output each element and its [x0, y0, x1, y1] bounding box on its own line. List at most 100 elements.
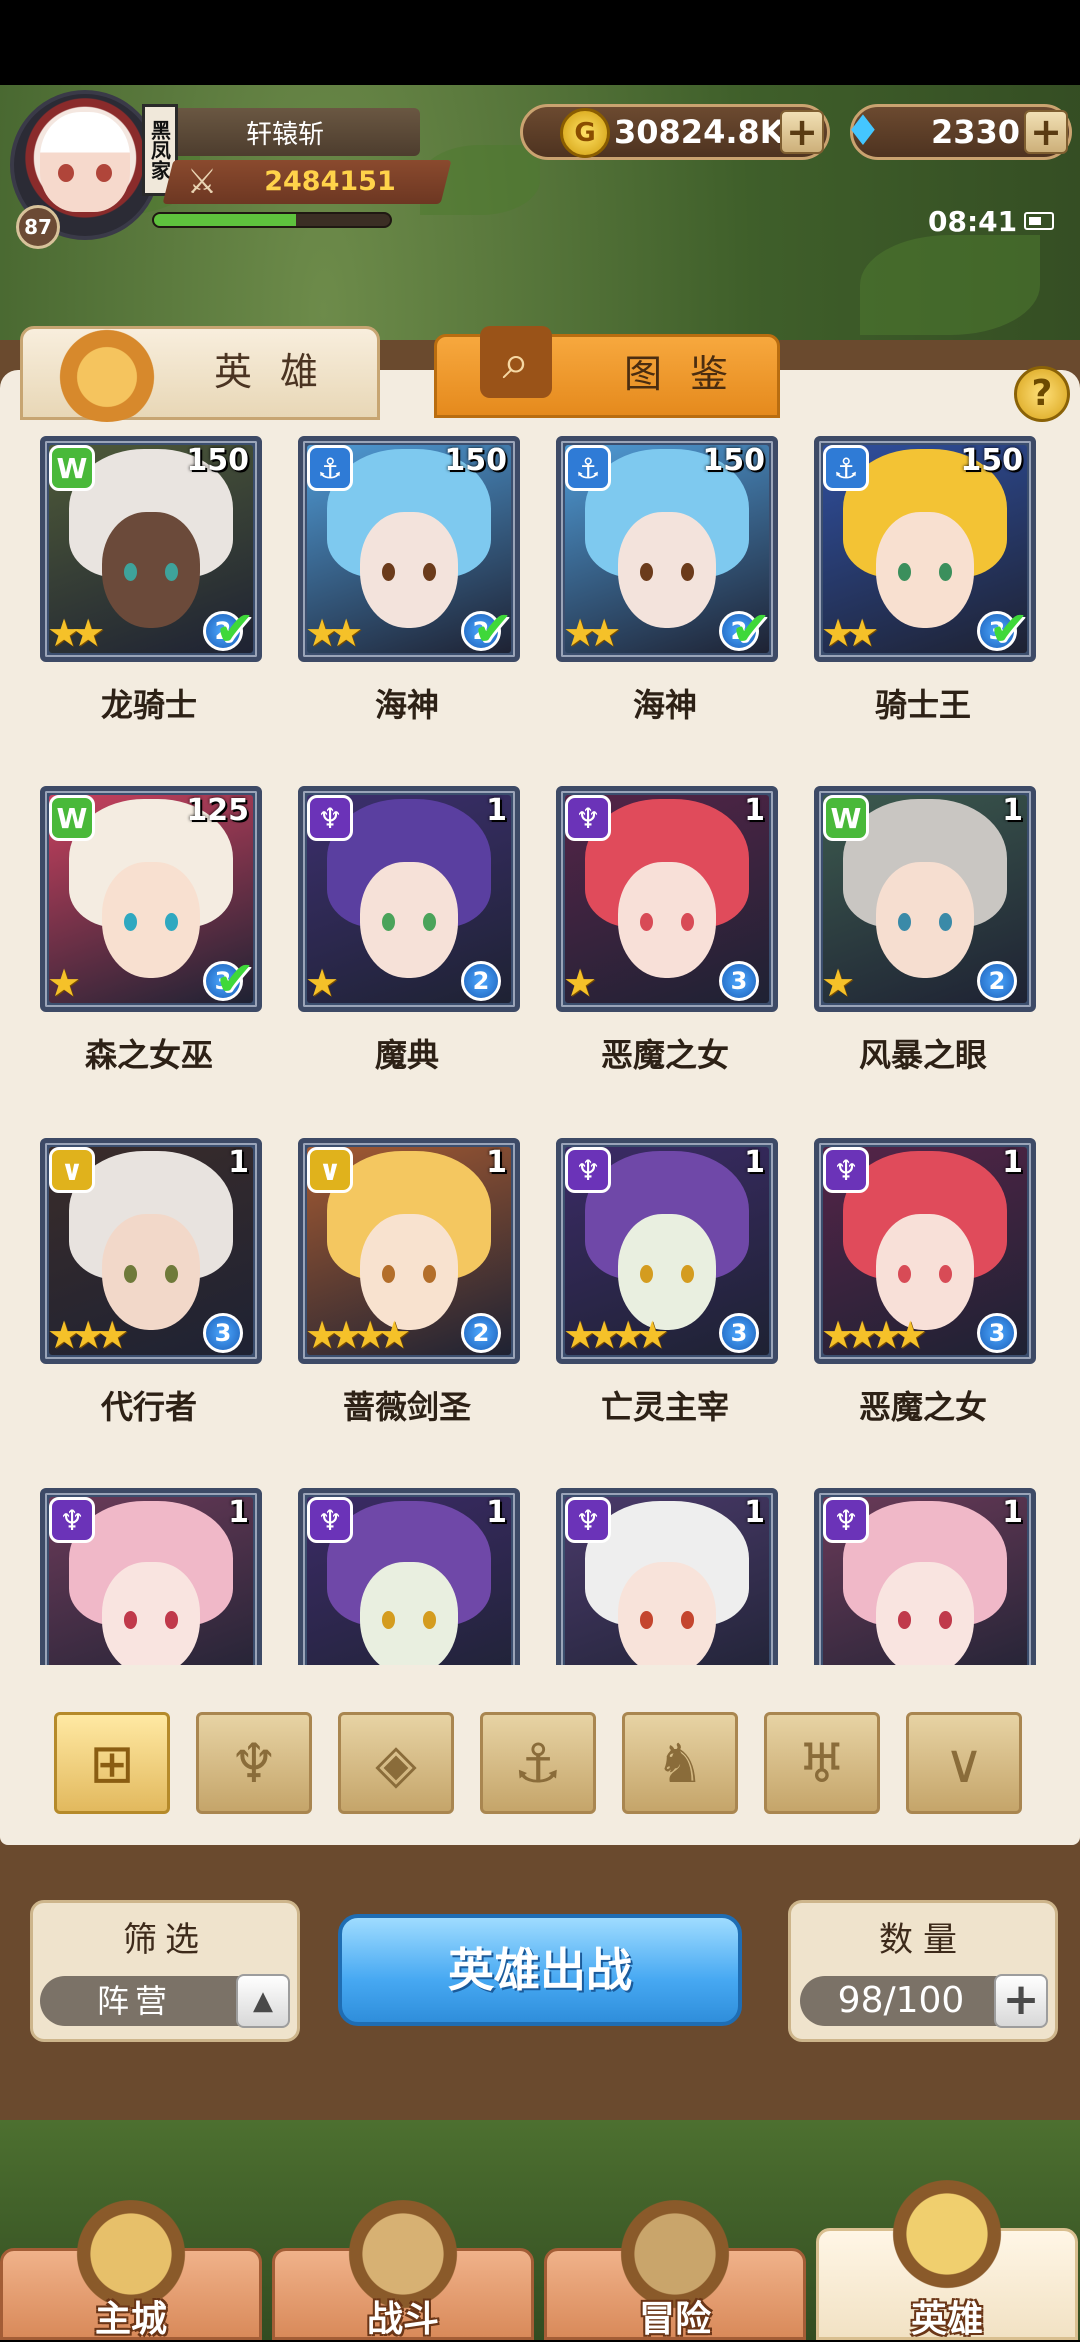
crossed-swords-icon: ⚔	[186, 162, 218, 202]
faction-label: 阵营	[96, 1982, 173, 2020]
star-rating-icon: ★	[305, 961, 339, 1005]
purple-faction-icon: ♆	[307, 1497, 353, 1543]
star-rating-icon: ★	[821, 961, 855, 1005]
hero-name: 亡灵主宰	[600, 1388, 729, 1426]
magnifier-icon: ⌕	[480, 326, 552, 398]
anchor-icon: ⚓	[513, 1731, 563, 1795]
hero-name: 海神	[374, 686, 439, 724]
star-rating-icon: ★★★★	[563, 1313, 669, 1357]
purple-faction-icon: ♆	[823, 1147, 869, 1193]
hero-name: 龙骑士	[100, 686, 197, 724]
hero-card[interactable]: ♆ 1	[556, 1488, 778, 1665]
hero-level: 1	[744, 793, 765, 828]
filter-demon-button[interactable]: ♅	[764, 1712, 880, 1814]
hero-level: 1	[228, 1495, 249, 1530]
hero-rank-badge: 2	[461, 1313, 501, 1353]
hero-level: 125	[186, 793, 249, 828]
hero-level: 1	[1002, 793, 1023, 828]
hero-level: 150	[702, 443, 765, 478]
filter-wing-button[interactable]: ∨	[906, 1712, 1022, 1814]
grid-icon: ⊞	[89, 1731, 135, 1795]
chevron-icon: ∨	[944, 1731, 984, 1795]
hero-card[interactable]: ♆ 1	[40, 1488, 262, 1665]
filter-rhombus-button[interactable]: ◈	[338, 1712, 454, 1814]
nav-label: 英雄	[910, 2299, 983, 2340]
helmet-icon	[52, 322, 162, 422]
help-button[interactable]: ?	[1014, 366, 1070, 422]
deployed-check-icon: ✔	[988, 601, 1029, 657]
chevron-up-icon[interactable]: ▲	[236, 1974, 290, 2028]
hero-card[interactable]: ⚓ 150 ★★ 2 ✔	[298, 436, 520, 662]
combat-power: 2484151	[264, 166, 396, 197]
hero-level: 150	[186, 443, 249, 478]
hero-rank-badge: 2	[461, 961, 501, 1001]
hero-card[interactable]: ⚓ 150 ★★ 2 ✔	[556, 436, 778, 662]
hero-name: 魔典	[374, 1036, 439, 1074]
purple-faction-icon: ♆	[823, 1497, 869, 1543]
hero-level: 1	[486, 793, 507, 828]
hero-card[interactable]: ♆ 1	[298, 1488, 520, 1665]
avatar-portrait	[40, 112, 130, 212]
star-rating-icon: ★★★★	[305, 1313, 411, 1357]
hero-name: 恶魔之女	[858, 1388, 987, 1426]
hero-card[interactable]: W 125 ★ 3 ✔	[40, 786, 262, 1012]
hero-card[interactable]: ∨ 1 ★★★★ 2	[298, 1138, 520, 1364]
add-gems-button[interactable]: +	[1024, 110, 1068, 154]
blue-faction-icon: ⚓	[823, 445, 869, 491]
filter-fire-button[interactable]: ♆	[196, 1712, 312, 1814]
clock: 08:41	[928, 205, 1018, 238]
nav-label: 主城	[94, 2299, 167, 2340]
deploy-heroes-button[interactable]: 英雄出战	[338, 1914, 742, 2026]
exp-fill	[154, 214, 296, 226]
filter-title: 筛选	[123, 1920, 207, 1960]
add-gold-button[interactable]: +	[780, 110, 824, 154]
hero-rank-badge: 3	[203, 1313, 243, 1353]
hero-card[interactable]: ♆ 1 ★ 3	[556, 786, 778, 1012]
blue-faction-icon: ⚓	[565, 445, 611, 491]
filter-all-button[interactable]: ⊞	[54, 1712, 170, 1814]
hero-card[interactable]: W 1 ★ 2	[814, 786, 1036, 1012]
gem-amount: 2330	[930, 113, 1020, 151]
hero-name: 骑士王	[874, 686, 971, 724]
hero-level: 1	[1002, 1495, 1023, 1530]
purple-faction-icon: ♆	[565, 1147, 611, 1193]
status-strip	[0, 0, 1080, 85]
hero-rank-badge: 3	[977, 1313, 1017, 1353]
star-rating-icon: ★★★	[47, 1313, 129, 1357]
deployed-check-icon: ✔	[472, 601, 513, 657]
expand-capacity-button[interactable]: +	[994, 1974, 1048, 2028]
star-rating-icon: ★★★★	[821, 1313, 927, 1357]
blue-faction-icon: ⚓	[307, 445, 353, 491]
flame-icon: ♆	[229, 1731, 279, 1795]
hero-card[interactable]: ♆ 1 ★ 2	[298, 786, 520, 1012]
star-rating-icon: ★★	[821, 611, 879, 655]
hero-card[interactable]: ⚓ 150 ★★ 3 ✔	[814, 436, 1036, 662]
hero-name: 海神	[632, 686, 697, 724]
hero-card[interactable]: ♆ 1 ★★★★ 3	[556, 1138, 778, 1364]
nav-label: 冒险	[638, 2299, 711, 2340]
hero-card[interactable]: ♆ 1 ★★★★ 3	[814, 1138, 1036, 1364]
player-level-badge: 87	[16, 205, 60, 249]
battery-icon	[1024, 212, 1054, 230]
hero-rank-badge: 3	[719, 961, 759, 1001]
hero-card[interactable]: ∨ 1 ★★★ 3	[40, 1138, 262, 1364]
count-title: 数量	[879, 1920, 967, 1960]
filter-beast-button[interactable]: ♞	[622, 1712, 738, 1814]
hero-level: 1	[228, 1145, 249, 1180]
hero-name: 森之女巫	[84, 1036, 213, 1074]
filter-anchor-button[interactable]: ⚓	[480, 1712, 596, 1814]
hero-level: 1	[744, 1145, 765, 1180]
gold-coin-icon: G	[560, 108, 610, 158]
nav-label: 战斗	[366, 2299, 439, 2340]
green-faction-icon: W	[823, 795, 869, 841]
hero-count-value: 98/100	[837, 1980, 965, 2021]
gold-faction-icon: ∨	[49, 1147, 95, 1193]
hero-level: 150	[444, 443, 507, 478]
player-name: 轩辕斩	[150, 108, 420, 156]
deployed-check-icon: ✔	[730, 601, 771, 657]
rhombus-icon: ◈	[375, 1731, 417, 1795]
purple-faction-icon: ♆	[49, 1497, 95, 1543]
hero-card[interactable]: ♆ 1	[814, 1488, 1036, 1665]
hero-level: 1	[486, 1145, 507, 1180]
hero-card[interactable]: W 150 ★★ 2 ✔	[40, 436, 262, 662]
